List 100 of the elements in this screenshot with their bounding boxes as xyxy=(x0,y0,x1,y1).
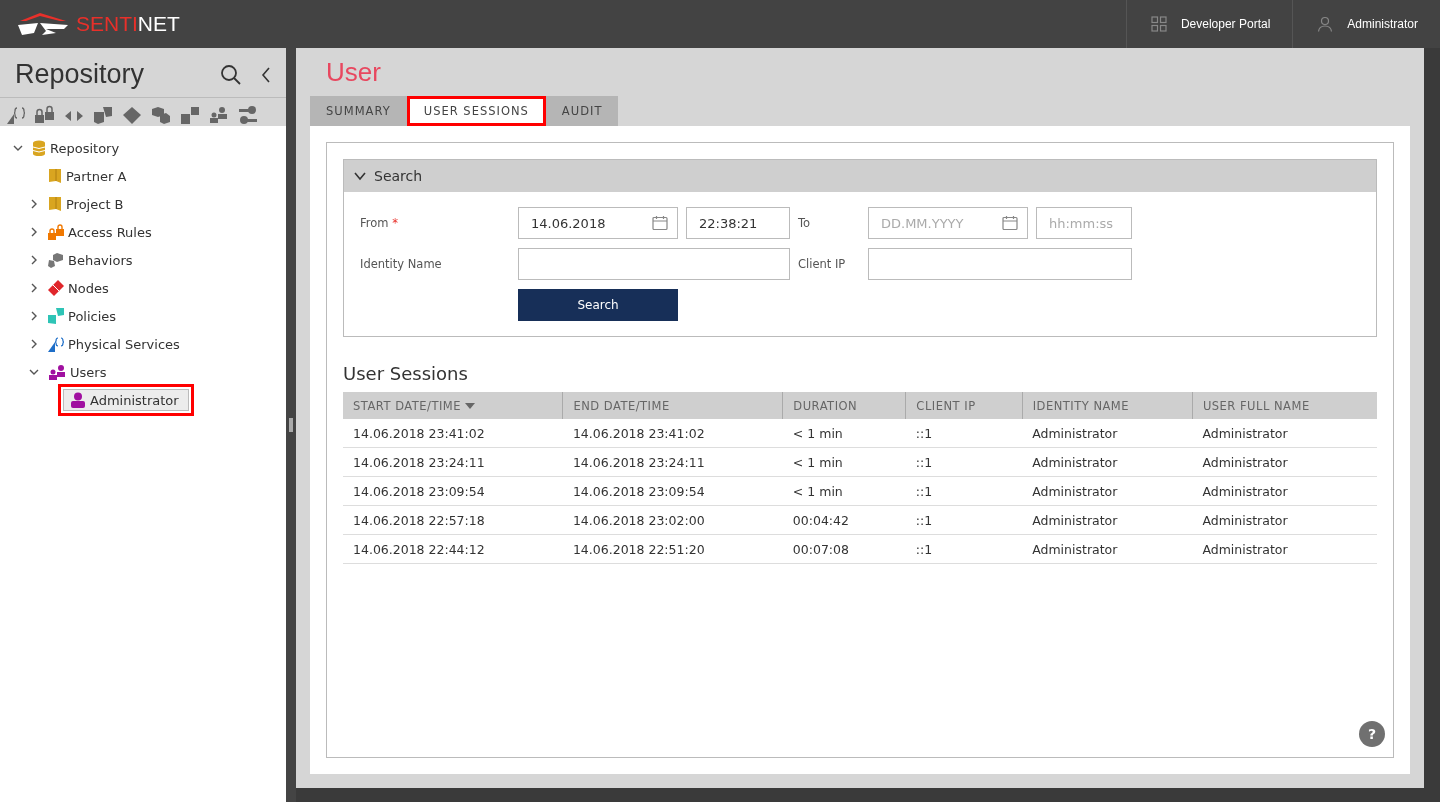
chevron-right-icon[interactable] xyxy=(29,255,39,265)
column-header[interactable]: END DATE/TIME xyxy=(562,392,783,419)
table-cell: Administrator xyxy=(1192,505,1377,535)
tree-item[interactable]: Behaviors xyxy=(42,248,139,272)
input-field[interactable] xyxy=(868,248,1132,280)
column-header[interactable]: IDENTITY NAME xyxy=(1022,392,1193,419)
table-cell: < 1 min xyxy=(782,476,906,506)
field-label: To xyxy=(798,216,812,230)
tree-item[interactable]: Repository xyxy=(26,136,126,160)
search-panel-header[interactable]: Search xyxy=(344,160,1376,192)
chevron-right-icon[interactable] xyxy=(29,339,39,349)
field-label: Identity Name xyxy=(360,257,443,271)
lock-icon xyxy=(48,224,64,240)
table-cell: 00:04:42 xyxy=(782,505,906,535)
logo-text: SENTINET xyxy=(76,12,180,36)
tree-item[interactable]: Partner A xyxy=(42,164,133,188)
shapes-icon[interactable] xyxy=(92,104,114,126)
field-label: Client IP xyxy=(798,257,847,271)
table-cell: Administrator xyxy=(1022,447,1193,477)
chevron-right-icon[interactable] xyxy=(29,311,39,321)
services-filter-icon[interactable] xyxy=(5,104,27,126)
table-cell: 14.06.2018 23:09:54 xyxy=(562,476,783,506)
lock-icon[interactable] xyxy=(34,104,56,126)
table-cell: 00:07:08 xyxy=(782,534,906,564)
folder-icon xyxy=(48,168,62,184)
tree-item[interactable]: Nodes xyxy=(42,276,115,300)
tree-item[interactable]: Users xyxy=(42,360,113,384)
cubes-icon[interactable] xyxy=(150,104,172,126)
chevron-right-icon[interactable] xyxy=(29,227,39,237)
time-field[interactable]: 22:38:21 xyxy=(686,207,790,239)
squares-icon[interactable] xyxy=(179,104,201,126)
table-cell: ::1 xyxy=(905,505,1023,535)
date-field[interactable]: DD.MM.YYYY xyxy=(868,207,1028,239)
table-cell: Administrator xyxy=(1192,476,1377,506)
search-icon xyxy=(220,63,242,86)
table-cell: Administrator xyxy=(1022,534,1193,564)
chevron-down-icon[interactable] xyxy=(29,367,39,377)
table-cell: Administrator xyxy=(1022,505,1193,535)
chevron-right-icon[interactable] xyxy=(29,199,39,209)
service-icon xyxy=(48,336,64,352)
chevron-right-icon[interactable] xyxy=(29,283,39,293)
table-cell: 14.06.2018 23:09:54 xyxy=(343,476,563,506)
user-icon xyxy=(70,392,86,408)
calendar-icon[interactable] xyxy=(652,215,668,231)
table-cell: Administrator xyxy=(1022,476,1193,506)
search-button[interactable] xyxy=(220,63,242,86)
table-cell: ::1 xyxy=(905,447,1023,477)
section-title: User Sessions xyxy=(343,363,469,384)
table-cell: 14.06.2018 23:41:02 xyxy=(562,419,783,448)
tab[interactable]: USER SESSIONS xyxy=(406,96,546,126)
diamond-icon xyxy=(48,280,64,296)
tree-item[interactable]: Access Rules xyxy=(42,220,158,244)
table-cell: 14.06.2018 23:41:02 xyxy=(343,419,563,448)
tree-item[interactable]: Physical Services xyxy=(42,332,186,356)
database-icon xyxy=(32,140,46,156)
table-cell: 14.06.2018 23:24:11 xyxy=(562,447,783,477)
tree-item[interactable]: Policies xyxy=(42,304,123,328)
policy-icon xyxy=(48,308,64,324)
table-cell: Administrator xyxy=(1192,419,1377,448)
table-cell: ::1 xyxy=(905,476,1023,506)
date-field[interactable]: 14.06.2018 xyxy=(518,207,678,239)
table-cell: 14.06.2018 22:57:18 xyxy=(343,505,563,535)
diamond-icon[interactable] xyxy=(121,104,143,126)
column-header[interactable]: START DATE/TIME xyxy=(343,392,563,419)
cubes-icon xyxy=(48,252,64,268)
sidebar-title: Repository xyxy=(15,59,146,90)
user-icon xyxy=(1317,16,1334,32)
folder-icon xyxy=(48,196,62,212)
column-header[interactable]: CLIENT IP xyxy=(905,392,1023,419)
table-cell: Administrator xyxy=(1022,419,1193,448)
table-cell: 14.06.2018 23:02:00 xyxy=(562,505,783,535)
tree-item[interactable]: Project B xyxy=(42,192,130,216)
table-cell: Administrator xyxy=(1192,447,1377,477)
table-cell: < 1 min xyxy=(782,419,906,448)
page-title: User xyxy=(325,56,382,89)
search-button[interactable]: Search xyxy=(518,289,678,321)
column-header[interactable]: DURATION xyxy=(782,392,906,419)
table-cell: Administrator xyxy=(1192,534,1377,564)
tab[interactable]: AUDIT xyxy=(545,96,619,126)
collapse-button[interactable] xyxy=(260,65,272,84)
time-field[interactable]: hh:mm:ss xyxy=(1036,207,1132,239)
table-cell: ::1 xyxy=(905,534,1023,564)
table-cell: 14.06.2018 22:51:20 xyxy=(562,534,783,564)
grid-icon xyxy=(1150,16,1167,32)
chevron-left-icon xyxy=(260,65,272,84)
help-button[interactable]: ? xyxy=(1359,721,1385,747)
table-cell: 14.06.2018 23:24:11 xyxy=(343,447,563,477)
calendar-icon[interactable] xyxy=(1002,215,1018,231)
table-cell: < 1 min xyxy=(782,447,906,477)
chevron-down-icon xyxy=(354,170,366,182)
splitter-handle[interactable] xyxy=(286,48,296,802)
chevron-down-icon[interactable] xyxy=(13,143,23,153)
tab[interactable]: SUMMARY xyxy=(310,96,407,126)
tree-item[interactable]: Administrator xyxy=(63,389,189,411)
users-icon xyxy=(48,364,66,380)
keys-icon[interactable] xyxy=(237,104,259,126)
field-label: From * xyxy=(360,216,399,230)
users-icon[interactable] xyxy=(208,104,230,126)
input-field[interactable] xyxy=(518,248,790,280)
column-header[interactable]: USER FULL NAME xyxy=(1192,392,1377,419)
